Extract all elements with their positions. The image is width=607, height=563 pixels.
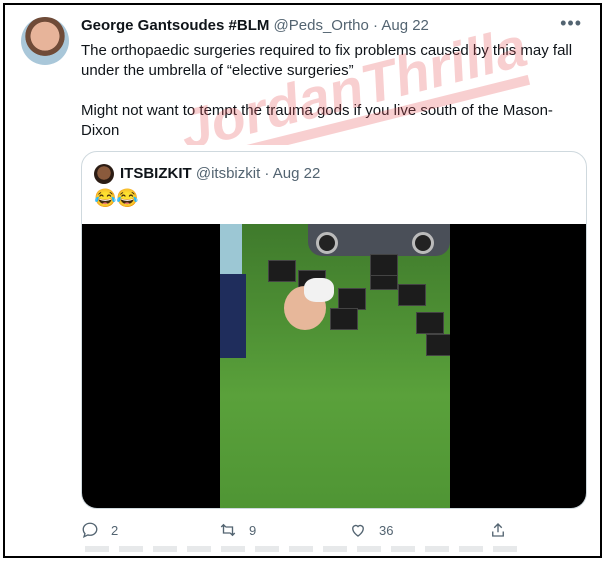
quoted-author-avatar xyxy=(94,164,114,184)
screenshot-frame: George Gantsoudes #BLM @Peds_Ortho · Aug… xyxy=(3,3,602,558)
quoted-separator: · xyxy=(264,165,270,182)
reply-button[interactable]: 2 xyxy=(81,521,118,539)
reply-icon xyxy=(82,522,98,539)
standing-person-legs xyxy=(220,274,246,358)
tweet-paragraph: The orthopaedic surgeries required to fi… xyxy=(81,42,573,79)
more-horizontal-icon[interactable]: ••• xyxy=(560,13,582,34)
like-button[interactable]: 36 xyxy=(349,521,393,539)
author-handle[interactable]: @Peds_Ortho xyxy=(274,17,369,34)
quoted-tweet-header: ITSBIZKIT @itsbizkit · Aug 22 xyxy=(120,165,320,182)
quoted-tweet[interactable]: ITSBIZKIT @itsbizkit · Aug 22 😂😂 xyxy=(81,151,587,509)
share-icon xyxy=(492,523,504,537)
tweet[interactable]: George Gantsoudes #BLM @Peds_Ortho · Aug… xyxy=(5,5,600,556)
author-avatar[interactable] xyxy=(21,17,69,65)
like-count: 36 xyxy=(379,522,394,538)
car-image xyxy=(308,224,450,256)
video-player[interactable] xyxy=(82,224,586,508)
tweet-date[interactable]: Aug 22 xyxy=(381,17,429,34)
crate xyxy=(370,254,398,276)
crate xyxy=(398,284,426,306)
wheel xyxy=(316,232,338,254)
retweet-count: 9 xyxy=(249,522,257,538)
retweet-button[interactable]: 9 xyxy=(219,521,256,539)
quoted-text: 😂😂 xyxy=(94,188,139,208)
author-name[interactable]: George Gantsoudes #BLM xyxy=(81,17,269,34)
video-frame xyxy=(220,224,450,508)
standing-person xyxy=(220,224,242,274)
tweet-actions: 2 9 36 xyxy=(81,521,551,543)
cropped-reply-text xyxy=(85,546,525,552)
quoted-author-name: ITSBIZKIT xyxy=(120,165,192,182)
crate xyxy=(416,312,444,334)
like-icon xyxy=(352,524,364,537)
tweet-header: George Gantsoudes #BLM @Peds_Ortho · Aug… xyxy=(81,17,429,34)
quoted-author-handle: @itsbizkit xyxy=(195,165,261,182)
crate xyxy=(426,334,450,356)
reply-count: 2 xyxy=(111,522,119,538)
retweet-icon xyxy=(220,523,236,537)
tweet-paragraph: Might not want to tempt the trauma gods … xyxy=(81,102,553,139)
crate xyxy=(330,308,358,330)
header-separator: · xyxy=(373,17,378,34)
share-button[interactable] xyxy=(489,521,507,539)
tweet-text: The orthopaedic surgeries required to fi… xyxy=(81,41,586,161)
crate xyxy=(338,288,366,310)
wheel xyxy=(412,232,434,254)
fallen-person-shirt xyxy=(304,278,334,302)
quoted-date: Aug 22 xyxy=(272,165,321,182)
crate xyxy=(268,260,296,282)
